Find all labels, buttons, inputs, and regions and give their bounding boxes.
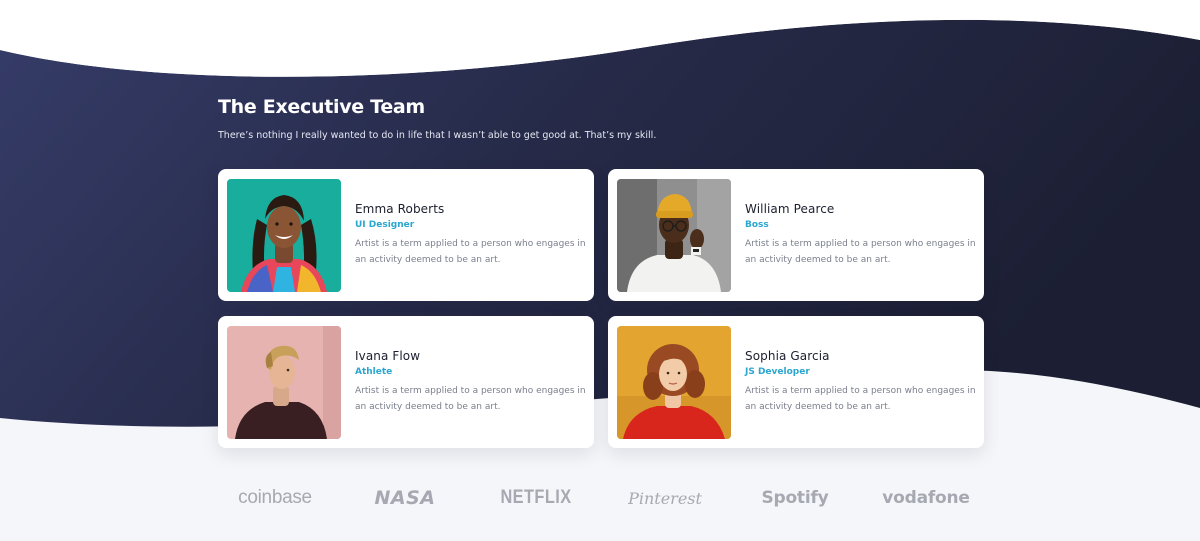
spotify-logo: Spotify bbox=[761, 488, 829, 508]
section-subtitle: There’s nothing I really wanted to do in… bbox=[218, 130, 657, 141]
team-card-ivana-flow[interactable]: Ivana Flow Athlete Artist is a term appl… bbox=[218, 316, 594, 448]
background-wave bbox=[0, 0, 1200, 541]
team-member-description: Artist is a term applied to a person who… bbox=[745, 239, 976, 265]
team-card-emma-roberts[interactable]: Emma Roberts UI Designer Artist is a ter… bbox=[218, 169, 594, 301]
team-member-name: William Pearce bbox=[745, 202, 835, 216]
team-member-photo bbox=[617, 326, 731, 439]
vodafone-logo: vodafone bbox=[882, 488, 970, 508]
pinterest-logo: Pinterest bbox=[628, 488, 702, 508]
team-card-william-pearce[interactable]: William Pearce Boss Artist is a term app… bbox=[608, 169, 984, 301]
team-member-photo bbox=[617, 179, 731, 292]
section-title: The Executive Team bbox=[218, 96, 425, 118]
team-member-role: JS Developer bbox=[745, 367, 810, 377]
team-member-description: Artist is a term applied to a person who… bbox=[355, 386, 586, 412]
team-member-role: UI Designer bbox=[355, 220, 415, 230]
team-member-description: Artist is a term applied to a person who… bbox=[355, 239, 586, 265]
team-member-photo bbox=[227, 326, 341, 439]
team-section-header: The Executive Team There’s nothing I rea… bbox=[218, 96, 978, 141]
team-member-role: Boss bbox=[745, 220, 769, 230]
team-member-name: Sophia Garcia bbox=[745, 349, 830, 363]
netflix-logo: NETFLIX bbox=[500, 487, 572, 508]
team-member-role: Athlete bbox=[355, 367, 393, 377]
team-member-photo bbox=[227, 179, 341, 292]
team-member-name: Ivana Flow bbox=[355, 349, 421, 363]
team-card-sophia-garcia[interactable]: Sophia Garcia JS Developer Artist is a t… bbox=[608, 316, 984, 448]
team-member-description: Artist is a term applied to a person who… bbox=[745, 386, 976, 412]
team-member-name: Emma Roberts bbox=[355, 202, 445, 216]
nasa-logo: NASA bbox=[374, 487, 436, 509]
coinbase-logo: coinbase bbox=[238, 487, 312, 508]
